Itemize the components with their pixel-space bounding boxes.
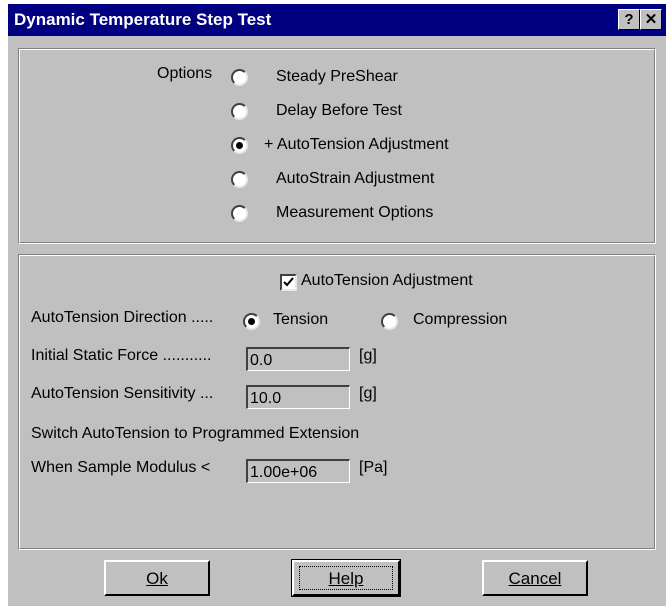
close-icon[interactable]: ✕ [640,9,662,30]
help-button[interactable]: Help [291,559,401,597]
radio-steady-preshear[interactable] [231,69,248,86]
initial-force-unit: [g] [359,347,377,364]
ok-button[interactable]: Ok [104,560,210,596]
dialog-window: Dynamic Temperature Step Test ? ✕ Option… [8,4,666,606]
initial-force-label: Initial Static Force ........... [31,347,212,364]
radio-selected-dot [248,318,255,325]
sensitivity-unit: [g] [359,385,377,402]
compression-label: Compression [413,311,508,328]
help-icon[interactable]: ? [618,9,640,30]
cancel-button-label: Cancel [508,569,562,588]
tension-label: Tension [273,311,329,328]
cancel-button[interactable]: Cancel [482,560,588,596]
options-group: Options Steady PreShear Delay Before Tes… [18,48,656,244]
option-measurement-options-label: Measurement Options [276,204,434,221]
initial-force-field[interactable]: 0.0 [246,347,350,371]
autotension-group: AutoTension Adjustment AutoTension Direc… [18,254,656,550]
option-delay-before-test-label: Delay Before Test [276,102,402,119]
checkmark-icon [283,277,294,287]
direction-label: AutoTension Direction ..... [31,309,214,326]
option-autotension-adjustment-label: + AutoTension Adjustment [264,136,449,153]
radio-measurement-options[interactable] [231,205,248,222]
autotension-checkbox[interactable] [280,274,297,291]
autotension-checkbox-label: AutoTension Adjustment [301,272,473,289]
modulus-field[interactable]: 1.00e+06 [246,459,350,483]
sensitivity-label: AutoTension Sensitivity ... [31,385,214,402]
radio-tension[interactable] [243,313,260,330]
options-label: Options [157,65,213,82]
sensitivity-field[interactable]: 10.0 [246,385,350,409]
switch-label: Switch AutoTension to Programmed Extensi… [31,425,360,442]
option-steady-preshear-label: Steady PreShear [276,68,398,85]
option-autostrain-adjustment-label: AutoStrain Adjustment [276,170,435,187]
radio-compression[interactable] [381,313,398,330]
dialog-title: Dynamic Temperature Step Test [14,10,272,29]
title-bar: Dynamic Temperature Step Test ? ✕ [8,4,666,36]
ok-button-label: Ok [146,569,168,588]
radio-selected-dot [236,142,243,149]
radio-delay-before-test[interactable] [231,103,248,120]
radio-autostrain-adjustment[interactable] [231,171,248,188]
radio-autotension-adjustment[interactable] [231,137,248,154]
modulus-unit: [Pa] [359,459,388,476]
focus-rectangle [299,566,393,590]
modulus-label: When Sample Modulus < [31,459,211,476]
